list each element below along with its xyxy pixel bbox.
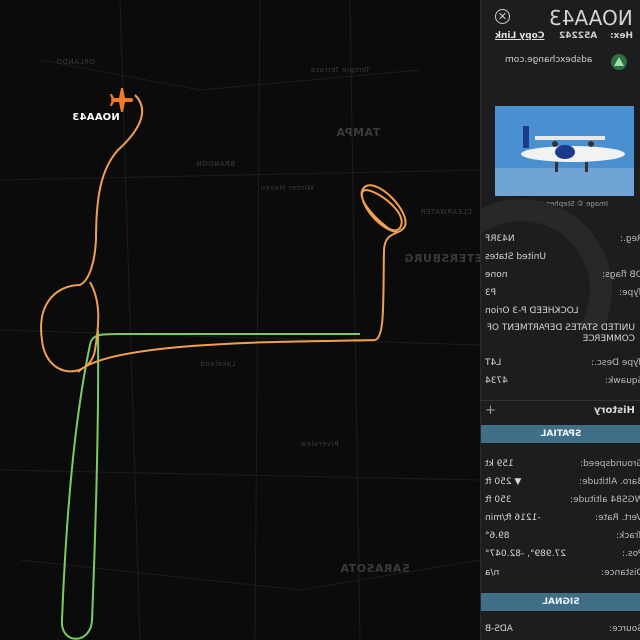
place-label: Winter Haven: [260, 184, 314, 192]
spatial-row-baro-alt: Baro. Altitude: ▼ 250 ft: [481, 477, 640, 489]
spatial-label: Track:: [616, 531, 640, 541]
detail-row-type: Type: P3: [481, 288, 640, 300]
detail-value: 4734: [485, 376, 508, 386]
aircraft-title: NOAA43: [549, 6, 633, 30]
spatial-label: Distance:: [600, 568, 640, 578]
spatial-label: Baro. Altitude:: [578, 477, 640, 487]
spatial-row-groundspeed: Groundspeed: 159 kt: [481, 459, 640, 471]
signal-band: SIGNAL: [481, 593, 640, 611]
aircraft-callsign-label: NOAA43: [72, 112, 120, 123]
spatial-value: ▼ 250 ft: [485, 477, 522, 487]
place-label: ST PETERSBURG: [404, 252, 480, 265]
history-section[interactable]: History +: [481, 400, 640, 421]
detail-row-dbflags: DB flags: none: [481, 270, 640, 282]
place-label: BRANDON: [196, 160, 236, 168]
spatial-label: WGS84 altitude:: [569, 495, 640, 505]
signal-row-source: Source: ADS-B: [481, 624, 640, 636]
spatial-row-position: Pos.: 27.989°, -82.047°: [481, 549, 640, 561]
detail-value: none: [485, 270, 508, 280]
signal-label: Source:: [609, 624, 640, 634]
detail-label: Reg.:: [620, 234, 640, 244]
detail-label: Type Desc.:: [591, 358, 640, 368]
spatial-row-track: Track: 89.6°: [481, 531, 640, 543]
spatial-row-distance: Distance: n/a: [481, 568, 640, 580]
map-view[interactable]: ORLANDO TAMPA SARASOTA BRANDON CLEARWATE…: [0, 0, 480, 640]
spatial-value: 27.989°, -82.047°: [485, 549, 566, 559]
detail-value: P3: [485, 288, 497, 298]
aircraft-icon[interactable]: [110, 88, 133, 112]
detail-value: UNITED STATES DEPARTMENT OF COMMERCE: [486, 323, 635, 344]
detail-label: Type:: [619, 288, 640, 298]
spatial-value: -1216 ft/min: [485, 513, 541, 523]
spatial-label: Vert. Rate:: [595, 513, 640, 523]
detail-row-reg: Reg.: N43RF: [481, 234, 640, 246]
hex-value: A52242: [558, 31, 597, 41]
panel-header: ✕ NOAA43 Hex: A52242 Copy Link adsbexcha…: [481, 0, 640, 80]
map-canvas: [0, 0, 480, 640]
place-label: SARASOTA: [340, 562, 410, 575]
copy-link[interactable]: Copy Link: [495, 31, 544, 41]
detail-label: DB flags:: [602, 270, 640, 280]
detail-row-country: United States: [481, 252, 640, 264]
spatial-row-vert-rate: Vert. Rate: -1216 ft/min: [481, 513, 640, 525]
spatial-row-wgs84-alt: WGS84 altitude: 350 ft: [481, 495, 640, 507]
detail-row-model: LOCKHEED P-3 Orion: [481, 306, 640, 318]
spatial-value: 350 ft: [485, 495, 512, 505]
close-icon[interactable]: ✕: [495, 9, 510, 24]
map-roads: [0, 0, 480, 640]
place-label: Temple Terrace: [310, 66, 370, 74]
detail-row-owner: UNITED STATES DEPARTMENT OF COMMERCE: [481, 323, 640, 347]
detail-value: L4T: [485, 358, 502, 368]
detail-row-squawk: Squawk: 4734: [481, 376, 640, 388]
place-label: CLEARWATER: [420, 208, 472, 216]
hex-label: Hex:: [609, 31, 633, 41]
detail-value: LOCKHEED P-3 Orion: [485, 306, 579, 316]
expand-icon[interactable]: +: [485, 403, 496, 418]
track-green: [60, 329, 360, 640]
detail-value: N43RF: [485, 234, 515, 244]
place-label: ORLANDO: [56, 58, 95, 66]
site-link-row[interactable]: adsbexchange.com: [481, 52, 640, 72]
spatial-value: 89.6°: [485, 531, 510, 541]
place-label: Riverview: [300, 440, 339, 448]
site-link[interactable]: adsbexchange.com: [505, 55, 592, 65]
detail-value: United States: [485, 252, 546, 262]
aircraft-info-panel: ✕ NOAA43 Hex: A52242 Copy Link adsbexcha…: [480, 0, 640, 640]
spatial-band: SPATIAL: [481, 425, 640, 443]
adsb-logo-icon: [611, 54, 627, 70]
spatial-value: n/a: [485, 568, 500, 578]
detail-row-typedesc: Type Desc.: L4T: [481, 358, 640, 370]
spatial-label: Groundspeed:: [579, 459, 640, 469]
spatial-label: Pos.:: [621, 549, 640, 559]
detail-label: Squawk:: [604, 376, 640, 386]
place-label: TAMPA: [336, 126, 381, 139]
place-label: Lakeland: [200, 360, 236, 368]
signal-value: ADS-B: [485, 624, 513, 634]
history-title: History: [594, 405, 635, 416]
spatial-value: 159 kt: [485, 459, 514, 469]
